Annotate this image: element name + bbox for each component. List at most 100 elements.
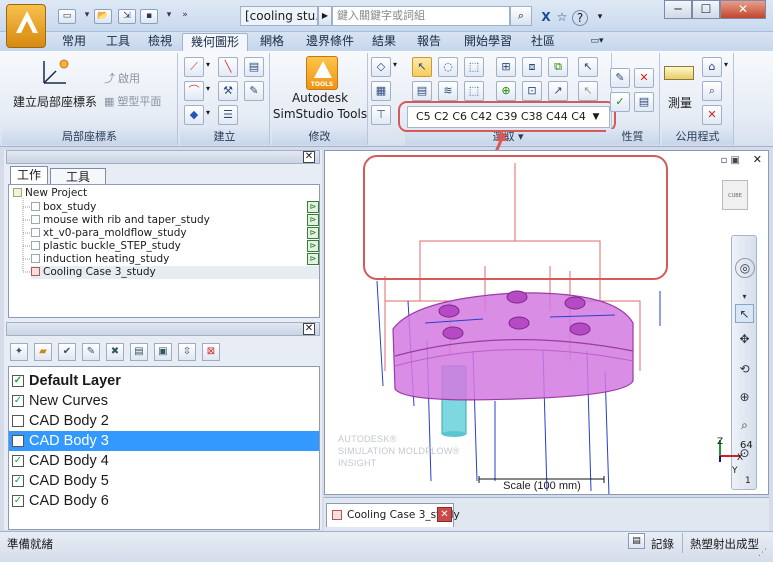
open-folder-icon[interactable]: 📂 (94, 9, 112, 24)
new-layer-icon[interactable]: ✦ (10, 343, 28, 361)
create-node-icon[interactable]: ⚒ (218, 81, 238, 101)
create-line-icon[interactable]: ⟋ (184, 57, 204, 77)
folder-icon[interactable]: ▰ (34, 343, 52, 361)
help-icon[interactable]: ? (572, 10, 588, 26)
measure-ruler-icon[interactable] (664, 66, 694, 80)
measure-label[interactable]: 測量 (668, 94, 692, 111)
layer-checkbox[interactable]: ✓ (12, 455, 24, 467)
select-previous-icon[interactable]: ⬚ (464, 81, 484, 101)
list-item[interactable]: box_study ⊳ (31, 201, 319, 214)
analysis-technology-label[interactable]: 熱塑射出成型 (690, 536, 759, 552)
dropdown-arrow-icon[interactable]: ▾ (206, 60, 210, 69)
close-icon[interactable]: ✕ (303, 151, 315, 163)
layer-display-icon[interactable]: ▣ (154, 343, 172, 361)
layer-checkbox[interactable]: ✓ (12, 475, 24, 487)
dropdown-arrow-icon[interactable]: ▾ (724, 60, 728, 69)
document-title-arrow-icon[interactable]: ▶ (318, 6, 332, 26)
project-root[interactable]: New Project (13, 187, 319, 200)
tab-tasks[interactable]: 工作 (10, 166, 48, 184)
remove-layer-icon[interactable]: ⊠ (202, 343, 220, 361)
simstudio-tools-icon[interactable]: TOOLS (306, 56, 338, 90)
create-local-cs-label[interactable]: 建立局部座標系 (13, 93, 97, 110)
tab-boundary-conditions[interactable]: 邊界條件 (300, 33, 360, 51)
zoom-window-icon[interactable]: ⌕ (735, 416, 754, 435)
select-lasso-icon[interactable]: ◌ (438, 57, 458, 77)
list-item[interactable]: Cooling Case 3_study (31, 266, 319, 279)
application-menu-button[interactable] (6, 4, 46, 48)
maximize-button[interactable]: ☐ (692, 0, 720, 19)
select-by-property-icon[interactable]: ▤ (412, 81, 432, 101)
steering-wheel-icon[interactable]: ◎ (735, 258, 755, 278)
zoom-icon[interactable]: ⊕ (735, 388, 754, 407)
pattern-icon[interactable]: ▦ (371, 81, 391, 101)
close-icon[interactable]: ✕ (303, 323, 315, 335)
select-region-icon[interactable]: ⬚ (464, 57, 484, 77)
ribbon-minimize-icon[interactable]: ▭▾ (584, 33, 610, 51)
plane-icon[interactable]: ◇ (371, 57, 391, 77)
binoculars-search-icon[interactable]: ⌕ (510, 6, 532, 26)
create-list-icon[interactable]: ☰ (218, 105, 238, 125)
utility-shape-icon[interactable]: ⌂ (702, 57, 722, 77)
dropdown-arrow-icon[interactable]: ▾ (206, 84, 210, 93)
pan-icon[interactable]: ✥ (735, 330, 754, 349)
layer-row[interactable]: ✓ CAD Body 5 (9, 471, 319, 491)
local-coordinate-system-icon[interactable] (38, 57, 72, 89)
list-item[interactable]: xt_v0-para_moldflow_study ⊳ (31, 227, 319, 240)
layer-checkbox[interactable]: ✓ (12, 395, 24, 407)
create-region-icon[interactable]: ▤ (244, 57, 264, 77)
cancel-icon[interactable]: ✕ (702, 105, 722, 125)
layer-checkbox[interactable] (12, 415, 24, 427)
help-dropdown-icon[interactable]: ▾ (590, 8, 610, 26)
delete-layer-icon[interactable]: ✖ (106, 343, 124, 361)
edit-properties-icon[interactable]: ✎ (610, 68, 630, 88)
tab-results[interactable]: 結果 (368, 33, 400, 51)
search-input[interactable]: 鍵入關鍵字或詞組 (332, 6, 510, 26)
layer-row[interactable]: ✓ New Curves (9, 391, 319, 411)
select-entities-icon[interactable]: ⊞ (496, 57, 516, 77)
create-shape-icon[interactable]: ◆ (184, 105, 204, 125)
select-connected-icon[interactable]: ⧉ (548, 57, 568, 77)
check-properties-icon[interactable]: ✓ (610, 92, 630, 112)
edit-layer-icon[interactable]: ✎ (82, 343, 100, 361)
document-tab[interactable]: Cooling Case 3_study (326, 503, 460, 527)
list-item[interactable]: plastic buckle_STEP_study ⊳ (31, 240, 319, 253)
assign-properties-icon[interactable]: ▤ (634, 92, 654, 112)
minimize-button[interactable]: ─ (664, 0, 692, 19)
import-icon[interactable]: ⇲ (118, 9, 136, 24)
log-button[interactable]: 記錄 (651, 536, 674, 552)
viewcube-icon[interactable]: CUBE (722, 180, 748, 210)
save-icon[interactable]: ▪ (140, 9, 158, 24)
select-elements-icon[interactable]: ⊡ (522, 81, 542, 101)
log-icon[interactable]: ▤ (628, 533, 645, 549)
viewport-restore-icon[interactable]: ▫ ▣ (721, 155, 740, 166)
tab-tools-panel[interactable]: 工具 (50, 168, 106, 184)
select-arrow-icon[interactable]: ↖ (412, 57, 432, 77)
more-commands-icon[interactable]: » (176, 9, 194, 24)
star-favorites-icon[interactable]: ☆ (552, 8, 572, 26)
layer-row[interactable]: ✓ CAD Body 6 (9, 491, 319, 511)
close-button[interactable]: ✕ (720, 0, 766, 19)
layer-checkbox[interactable] (12, 435, 24, 447)
tab-tools[interactable]: 工具 (100, 33, 136, 51)
align-icon[interactable]: ⊤ (371, 105, 391, 125)
dropdown-arrow-icon[interactable]: ▾ (393, 60, 397, 69)
create-curve-icon[interactable]: ╲ (218, 57, 238, 77)
list-item[interactable]: mouse with rib and taper_study ⊳ (31, 214, 319, 227)
list-item[interactable]: induction heating_study ⊳ (31, 253, 319, 266)
tab-home[interactable]: 常用 (54, 33, 94, 51)
tab-mesh[interactable]: 網格 (254, 33, 290, 51)
layer-row[interactable]: CAD Body 2 (9, 411, 319, 431)
check-layer-icon[interactable]: ✔ (58, 343, 76, 361)
simstudio-tools-label-line2[interactable]: SimStudio Tools (272, 107, 368, 121)
tab-view[interactable]: 檢視 (142, 33, 178, 51)
layer-row[interactable]: CAD Body 3 (9, 431, 319, 451)
dropdown-arrow-icon[interactable]: ▾ (206, 108, 210, 117)
select-expand-icon[interactable]: ↖ (578, 57, 598, 77)
delete-properties-icon[interactable]: ✕ (634, 68, 654, 88)
select-nodes-icon[interactable]: ⊕ (496, 81, 516, 101)
create-fillet-icon[interactable]: ✎ (244, 81, 264, 101)
resize-grip-icon[interactable]: ⋰ (758, 548, 767, 558)
close-tab-icon[interactable]: ✕ (437, 507, 452, 522)
layer-properties-icon[interactable]: ▤ (130, 343, 148, 361)
expand-layer-icon[interactable]: ⇳ (178, 343, 196, 361)
